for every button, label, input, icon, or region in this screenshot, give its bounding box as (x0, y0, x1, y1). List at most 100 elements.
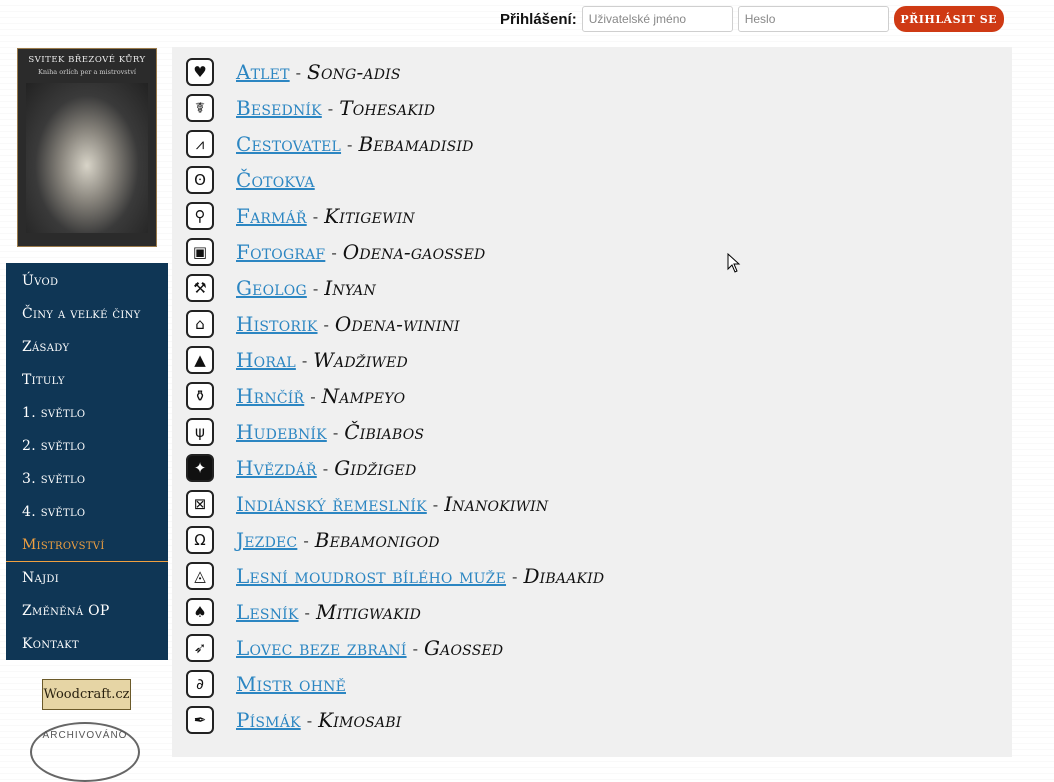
mastery-row: ♠ Lesník - Mitigwakid (186, 596, 421, 628)
hammer-icon[interactable]: ⚒ (186, 274, 214, 302)
mastery-link[interactable]: Čotokva (236, 168, 315, 192)
mastery-link[interactable]: Lovec beze zbraní (236, 636, 407, 660)
separator: - (331, 242, 337, 262)
sidebar-item-10[interactable]: Změněná OP (6, 595, 168, 628)
mastery-row: ✒ Písmák - Kimosabi (186, 704, 402, 736)
mountains-icon[interactable]: ⩘ (186, 130, 214, 158)
sidebar-item-3[interactable]: Tituly (6, 364, 168, 397)
mastery-link[interactable]: Lesník (236, 600, 299, 624)
mouse-cursor-icon (727, 253, 741, 273)
sidebar-item-5[interactable]: 2. světlo (6, 430, 168, 463)
login-label: Přihlášení: (500, 10, 577, 28)
heart-icon[interactable]: ♥ (186, 58, 214, 86)
indian-name: Kimosabi (318, 708, 402, 732)
mastery-link[interactable]: Atlet (236, 60, 290, 84)
login-bar: Přihlášení: Přihlásit se (500, 6, 1004, 32)
mastery-link[interactable]: Hvězdář (236, 456, 317, 480)
mastery-link[interactable]: Indiánský řemeslník (236, 492, 427, 516)
username-input[interactable] (581, 6, 733, 32)
hide-frame-icon[interactable]: ⊠ (186, 490, 214, 518)
mastery-link[interactable]: Geolog (236, 276, 307, 300)
mastery-link[interactable]: Mistr ohně (236, 672, 346, 696)
owl-icon[interactable]: ʘ (186, 166, 214, 194)
woodcraft-logo[interactable]: Woodcraft.cz (42, 679, 131, 710)
separator: - (312, 278, 319, 298)
mastery-row: ∂ Mistr ohně (186, 668, 346, 700)
mastery-link[interactable]: Cestovatel (236, 132, 341, 156)
separator: - (304, 602, 310, 622)
pen-nib-icon[interactable]: ✒ (186, 706, 214, 734)
separator: - (412, 638, 418, 658)
separator: - (432, 494, 439, 514)
pot-icon[interactable]: ⚱ (186, 382, 214, 410)
indian-name: Bebamonigod (314, 528, 440, 552)
fire-steel-icon[interactable]: ∂ (186, 670, 214, 698)
separator: - (303, 530, 309, 550)
separator: - (332, 422, 339, 442)
mastery-link[interactable]: Lesní moudrost bílého muže (236, 564, 506, 588)
indian-name: Čibiabos (344, 420, 425, 444)
separator: - (323, 314, 329, 334)
mastery-link[interactable]: Historik (236, 312, 318, 336)
arrow-icon[interactable]: ➶ (186, 634, 214, 662)
password-input[interactable] (737, 6, 889, 32)
mastery-list-panel: ♥ Atlet - Song-adis ☤ Besedník - Tohesakid ⩘ Cest… (172, 47, 1012, 757)
archived-stamp[interactable]: ARCHIVOVÁNO (30, 722, 140, 782)
mastery-row: ʘ Čotokva (186, 164, 315, 196)
sidebar-nav: Úvod Činy a velké činy Zásady Tituly 1. svět… (6, 263, 168, 660)
mastery-row: ◬ Lesní moudrost bílého muže - Dibaakid (186, 560, 604, 592)
separator: - (322, 458, 329, 478)
indian-name: Odena-gaossed (342, 240, 486, 264)
book-cover-image[interactable]: SVITEK BŘEZOVÉ KŮRY Kniha orlích per a m… (17, 48, 157, 247)
indian-name: Odena-winini (334, 312, 460, 336)
storyteller-icon[interactable]: ☤ (186, 94, 214, 122)
indian-name: Song-adis (307, 60, 401, 84)
mastery-link[interactable]: Horal (236, 348, 296, 372)
mastery-link[interactable]: Jezdec (236, 528, 297, 552)
cover-illustration (26, 83, 148, 233)
mastery-row: ▲ Horal - Wadžiwed (186, 344, 408, 376)
indian-name: Nampeyo (321, 384, 406, 408)
mastery-link[interactable]: Besedník (236, 96, 322, 120)
sidebar-item-6[interactable]: 3. světlo (6, 463, 168, 496)
sidebar-item-4[interactable]: 1. světlo (6, 397, 168, 430)
login-button[interactable]: Přihlásit se (893, 6, 1004, 32)
mastery-row: ψ Hudebník - Čibiabos (186, 416, 424, 448)
mastery-link[interactable]: Farmář (236, 204, 307, 228)
horseshoe-icon[interactable]: Ω (186, 526, 214, 554)
indian-name: Tohesakid (339, 96, 436, 120)
mastery-link[interactable]: Hudebník (236, 420, 327, 444)
shovel-icon[interactable]: ⚲ (186, 202, 214, 230)
cover-subtitle: Kniha orlích per a mistrovství (37, 68, 137, 76)
sidebar-item-8[interactable]: Mistrovství (6, 529, 168, 562)
indian-name: Gaossed (423, 636, 504, 660)
triangle-circle-icon[interactable]: ◬ (186, 562, 214, 590)
sidebar-item-11[interactable]: Kontakt (6, 628, 168, 661)
separator: - (512, 566, 518, 586)
separator: - (347, 134, 353, 154)
tree-icon[interactable]: ♠ (186, 598, 214, 626)
mastery-link[interactable]: Hrnčíř (236, 384, 304, 408)
mastery-link[interactable]: Fotograf (236, 240, 325, 264)
separator: - (312, 206, 319, 226)
indian-name: Gidžiged (334, 456, 417, 480)
sidebar-item-1[interactable]: Činy a velké činy (6, 298, 168, 331)
indian-name: Dibaakid (523, 564, 605, 588)
sidebar-item-7[interactable]: 4. světlo (6, 496, 168, 529)
lyre-icon[interactable]: ψ (186, 418, 214, 446)
mastery-row: ⩘ Cestovatel - Bebamadisid (186, 128, 474, 160)
cover-title: SVITEK BŘEZOVÉ KŮRY (28, 55, 146, 65)
mastery-row: ⚒ Geolog - Inyan (186, 272, 376, 304)
sidebar-item-2[interactable]: Zásady (6, 331, 168, 364)
camera-icon[interactable]: ▣ (186, 238, 214, 266)
star-icon[interactable]: ✦ (186, 454, 214, 482)
mastery-row: ⊠ Indiánský řemeslník - Inanokiwin (186, 488, 548, 520)
separator: - (295, 62, 302, 82)
mountain-icon[interactable]: ▲ (186, 346, 214, 374)
separator: - (327, 98, 334, 118)
sidebar-item-0[interactable]: Úvod (6, 265, 168, 298)
indian-name: Kitigewin (324, 204, 415, 228)
temple-icon[interactable]: ⌂ (186, 310, 214, 338)
mastery-link[interactable]: Písmák (236, 708, 301, 732)
sidebar-item-9[interactable]: Najdi (6, 562, 168, 595)
